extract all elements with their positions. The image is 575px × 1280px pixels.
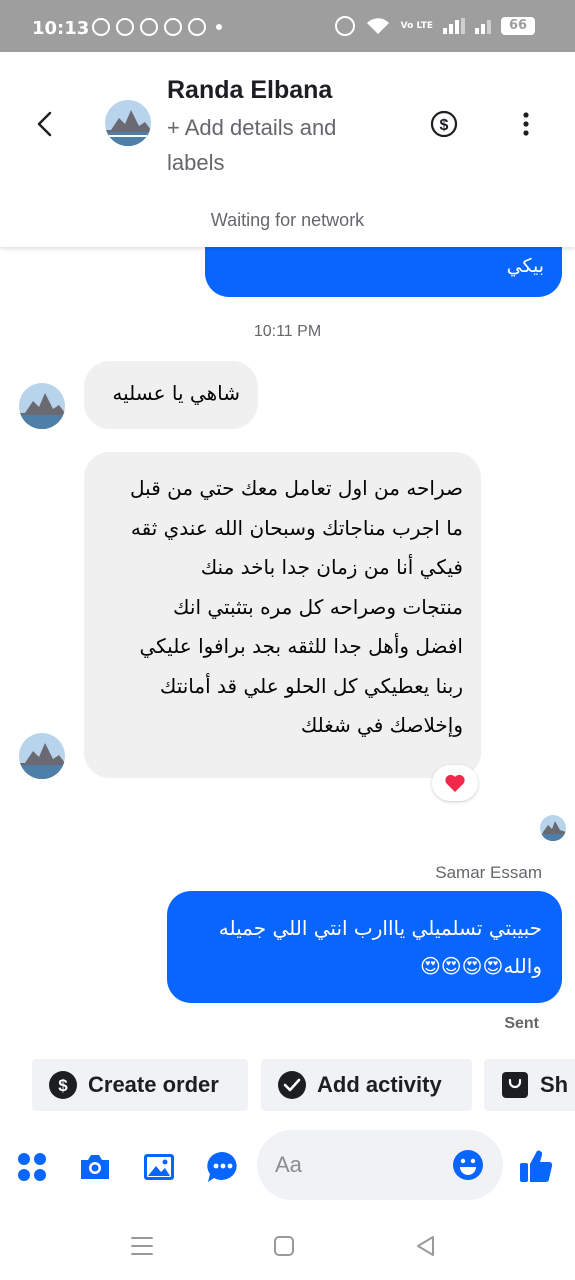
- shop-label: Sh: [540, 1072, 569, 1097]
- signal-2-icon: [475, 18, 491, 34]
- sender-avatar[interactable]: [19, 733, 65, 779]
- snapchat-icon: [140, 18, 158, 36]
- more-notifications-dot: [216, 24, 222, 30]
- network-status: Waiting for network: [210, 210, 365, 230]
- contact-name[interactable]: Randa Elbana: [167, 76, 332, 105]
- whatsapp-icon: [92, 18, 110, 36]
- incoming-message-bubble[interactable]: شاهي يا عسليه: [84, 361, 258, 429]
- nav-back-icon[interactable]: [414, 1234, 438, 1258]
- dollar-circle-icon: $: [49, 1071, 77, 1099]
- speed-icon: [188, 18, 206, 36]
- home-icon[interactable]: [272, 1234, 296, 1258]
- message-input-box[interactable]: [257, 1130, 503, 1200]
- heart-icon: [445, 774, 465, 792]
- thumbs-up-icon[interactable]: [517, 1147, 555, 1185]
- battery-indicator: 66: [501, 17, 535, 35]
- gallery-icon[interactable]: [142, 1150, 176, 1184]
- sent-status: Sent: [504, 1015, 539, 1032]
- svg-text:$: $: [58, 1076, 68, 1095]
- dollar-icon[interactable]: $: [430, 110, 458, 138]
- seen-avatar: [540, 815, 566, 841]
- apps-grid-icon[interactable]: [15, 1150, 49, 1184]
- notification-icons: [92, 18, 222, 36]
- telegram-icon: [164, 18, 182, 36]
- more-options-icon[interactable]: [514, 110, 538, 138]
- heart-reaction[interactable]: [432, 765, 478, 801]
- status-bar: 10:13 Vo LTE 66: [0, 0, 575, 52]
- signal-icon: [443, 18, 465, 34]
- shop-button[interactable]: Sh: [484, 1059, 575, 1111]
- volte-indicator: Vo LTE: [400, 20, 433, 31]
- add-activity-button[interactable]: Add activity: [261, 1059, 472, 1111]
- svg-text:$: $: [440, 117, 449, 134]
- chat-bubble-icon[interactable]: [206, 1150, 240, 1184]
- wifi-icon: [366, 18, 389, 34]
- status-time: 10:13: [32, 18, 90, 39]
- back-arrow-icon[interactable]: [30, 108, 62, 140]
- outgoing-message-bubble[interactable]: حبيبتي تسلميلي يااارب انتي اللي جميله وا…: [167, 891, 562, 1003]
- shop-bag-icon: [502, 1072, 528, 1098]
- contact-avatar[interactable]: [105, 100, 151, 146]
- message-input[interactable]: [275, 1148, 445, 1182]
- system-nav-bar: [0, 1210, 575, 1280]
- add-activity-label: Add activity: [317, 1072, 442, 1097]
- alarm-icon: [334, 16, 355, 36]
- sender-name: Samar Essam: [435, 863, 542, 882]
- recent-apps-icon[interactable]: [130, 1234, 154, 1258]
- create-order-button[interactable]: $ Create order: [32, 1059, 248, 1111]
- create-order-label: Create order: [88, 1072, 219, 1097]
- camera-icon[interactable]: [78, 1150, 112, 1184]
- conversation-header: Randa Elbana + Add details and labels $ …: [0, 52, 575, 247]
- message-composer: [0, 1130, 575, 1202]
- emoji-icon[interactable]: [452, 1149, 484, 1181]
- sender-avatar[interactable]: [19, 383, 65, 429]
- incoming-message-bubble[interactable]: صراحه من اول تعامل معك حتي من قبل ما اجر…: [84, 452, 481, 778]
- snapchat-icon: [116, 18, 134, 36]
- add-details-link[interactable]: + Add details and labels: [167, 110, 397, 180]
- message-timestamp: 10:11 PM: [253, 323, 322, 340]
- check-circle-icon: [278, 1071, 306, 1099]
- outgoing-message-bubble[interactable]: بيكي: [205, 247, 562, 297]
- quick-actions-bar: $ Create order Add activity Sh: [0, 1059, 575, 1111]
- message-list[interactable]: بيكي 10:11 PM شاهي يا عسليه صراحه من اول…: [0, 247, 575, 1047]
